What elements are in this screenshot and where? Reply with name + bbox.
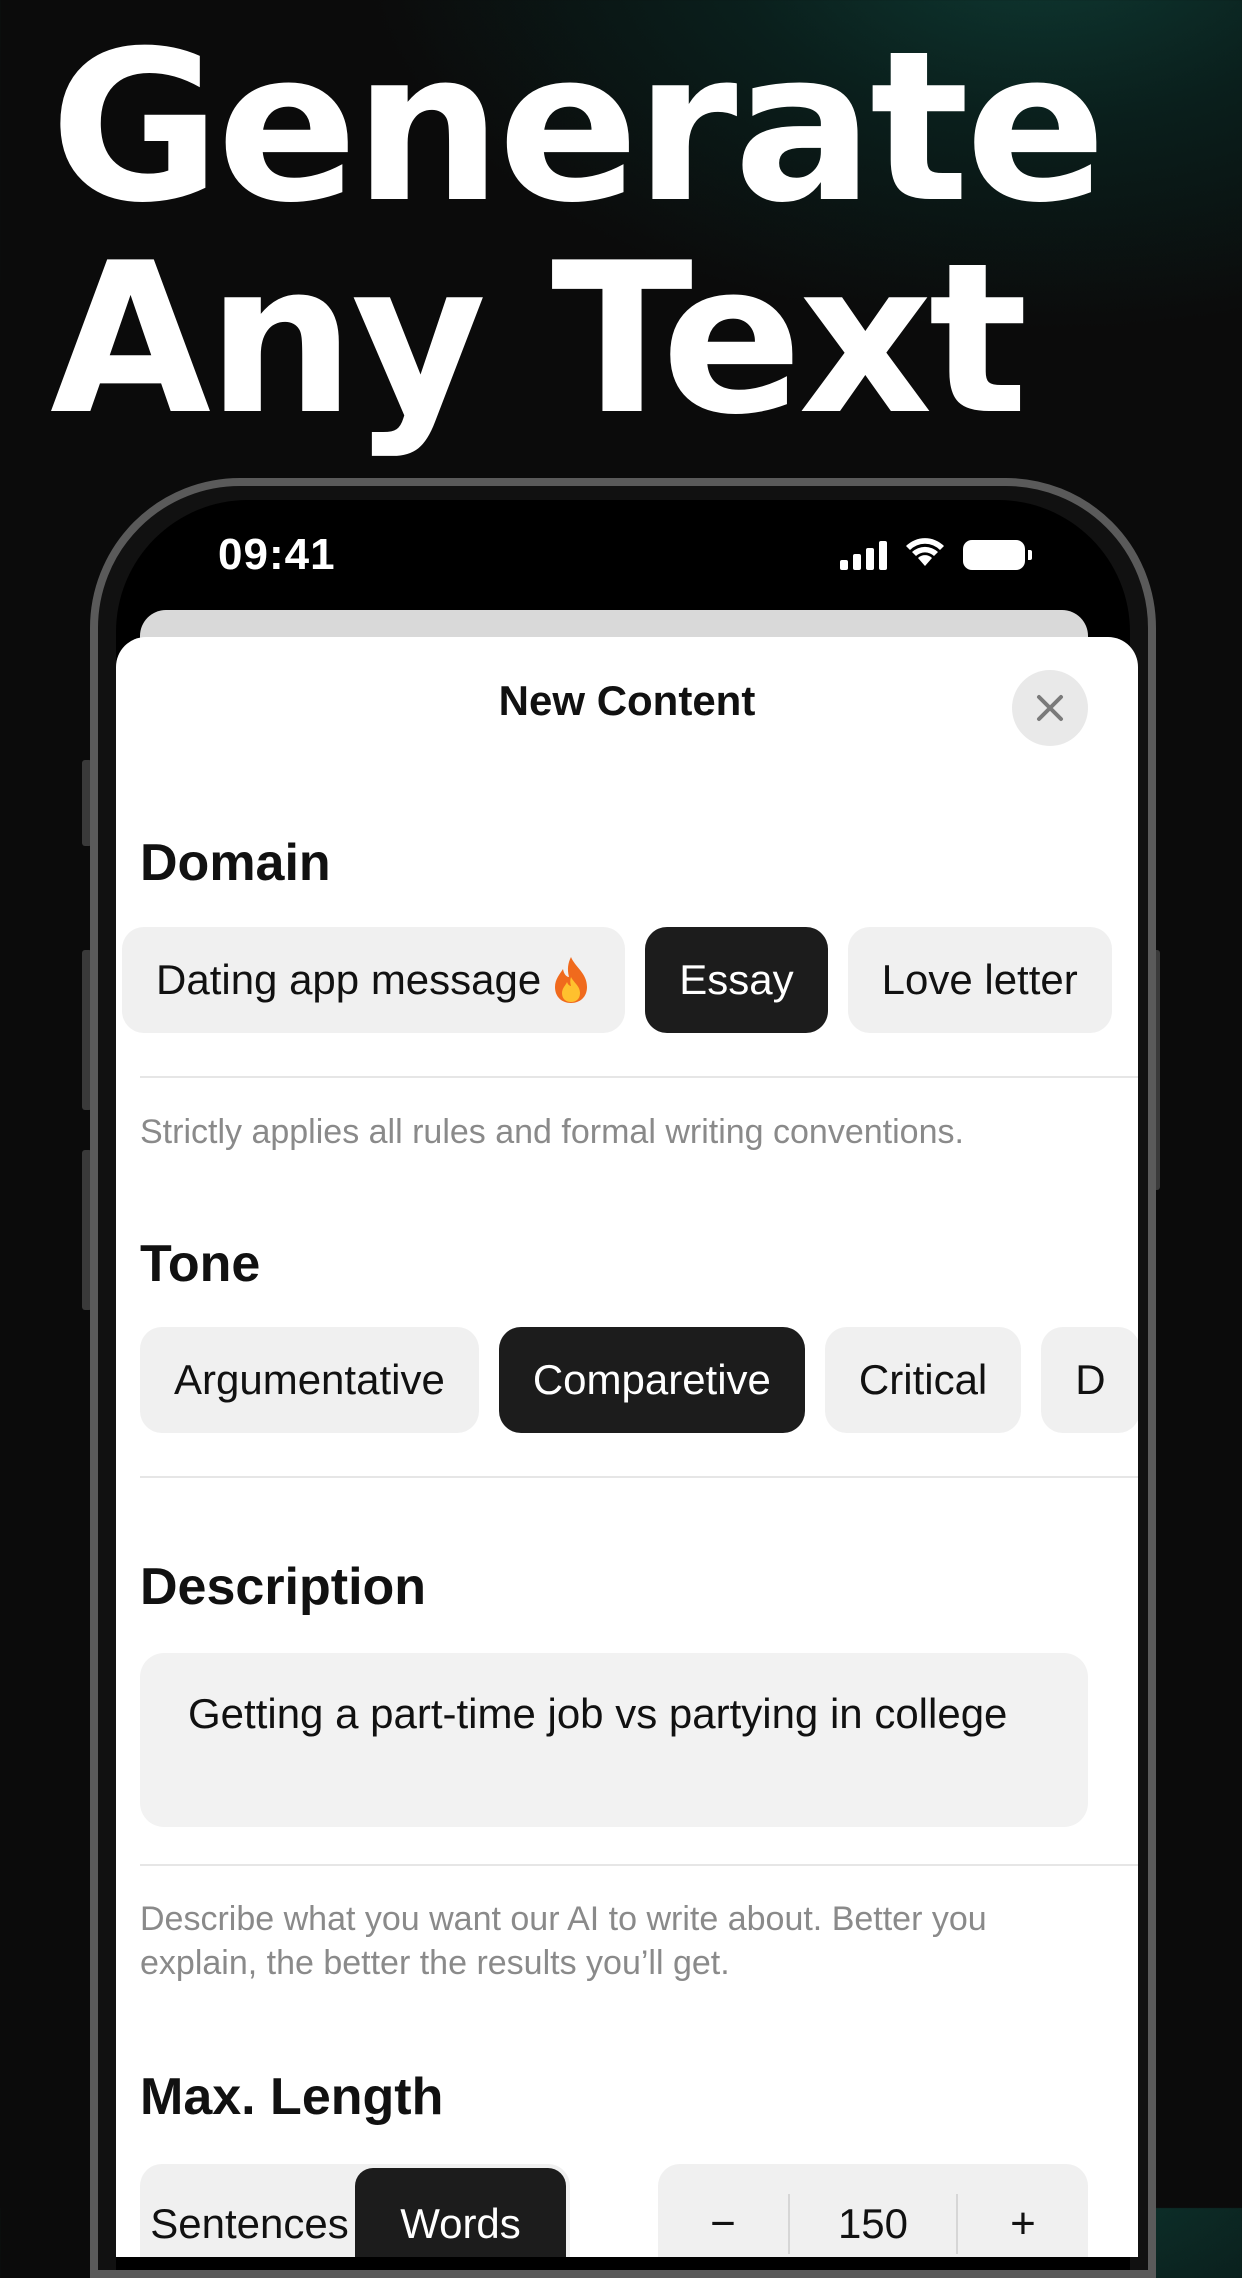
divider: [140, 1476, 1138, 1478]
headline-line-2: Any Text: [50, 219, 1028, 461]
domain-chip-essay[interactable]: Essay: [645, 927, 828, 1033]
wifi-icon: [903, 536, 947, 573]
close-button[interactable]: [1012, 670, 1088, 746]
tone-chip-critical[interactable]: Critical: [824, 1327, 1022, 1433]
max-length-title: Max. Length: [140, 2068, 444, 2126]
battery-icon: [963, 539, 1032, 570]
domain-chip-dating-app-message[interactable]: Dating app message: [122, 927, 626, 1033]
domain-chips: Dating app message Essay Love letter: [122, 927, 1112, 1033]
length-unit-words[interactable]: Words: [355, 2168, 566, 2257]
divider: [140, 1864, 1138, 1866]
decrement-button[interactable]: −: [658, 2164, 788, 2257]
tone-chip-argumentative[interactable]: Argumentative: [140, 1327, 479, 1433]
close-icon: [1037, 695, 1063, 721]
tone-title: Tone: [140, 1235, 261, 1293]
signal-icon: [840, 540, 887, 570]
divider: [140, 1076, 1138, 1078]
fire-icon: [551, 955, 591, 1005]
status-icons: [840, 536, 1032, 573]
status-time: 09:41: [218, 530, 336, 579]
tone-chips: Argumentative Comparetive Critical D: [140, 1327, 1138, 1433]
headline: Generate Any Text: [50, 7, 1106, 461]
description-hint: Describe what you want our AI to write a…: [140, 1900, 987, 1982]
domain-hint: Strictly applies all rules and formal wr…: [140, 1113, 964, 1151]
tone-chip-d[interactable]: D: [1041, 1327, 1138, 1433]
chip-label: Dating app message: [156, 956, 542, 1003]
headline-line-1: Generate: [50, 7, 1106, 249]
length-stepper: − 150 +: [658, 2164, 1088, 2257]
domain-chip-love-letter[interactable]: Love letter: [847, 927, 1112, 1033]
domain-title: Domain: [140, 834, 331, 892]
length-unit-sentences[interactable]: Sentences: [144, 2168, 355, 2257]
sheet-title: New Content: [498, 677, 756, 724]
length-unit-toggle: Sentences Words: [140, 2164, 570, 2257]
increment-button[interactable]: +: [958, 2164, 1088, 2257]
length-value[interactable]: 150: [788, 2194, 958, 2254]
tone-chip-comparetive[interactable]: Comparetive: [498, 1327, 805, 1433]
new-content-sheet: New Content Domain Dating app message Es…: [116, 637, 1138, 2257]
description-input[interactable]: Getting a part-time job vs partying in c…: [140, 1653, 1088, 1827]
description-title: Description: [140, 1558, 427, 1616]
